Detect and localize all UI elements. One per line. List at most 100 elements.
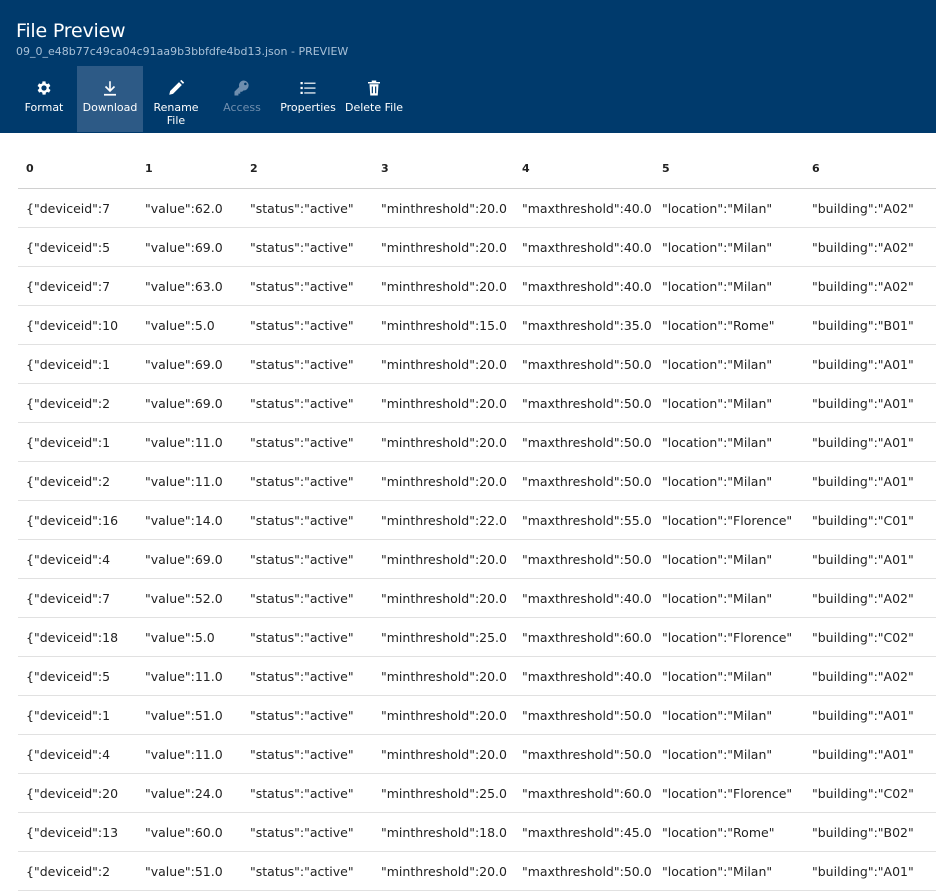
table-row[interactable]: {"deviceid":4 "value":11.0 "status":"activ… <box>18 734 936 774</box>
table-cell: "maxthreshold":50.0 <box>514 734 654 774</box>
table-cell: "status":"active" <box>242 695 373 735</box>
file-name-subtitle: 09_0_e48b77c49ca04c91aa9b3bbfdfe4bd13.js… <box>16 45 349 58</box>
table-row[interactable]: {"deviceid":5 "value":11.0 "status":"activ… <box>18 656 936 696</box>
column-header: 3 <box>373 148 514 189</box>
table-cell: "building":"A01" <box>804 851 936 891</box>
table-cell: {"deviceid":2 <box>18 461 137 501</box>
properties-button[interactable]: Properties <box>275 66 341 132</box>
table-cell: "building":"B02" <box>804 812 936 852</box>
table-cell: "location":"Rome" <box>654 812 804 852</box>
table-cell: "maxthreshold":40.0 <box>514 656 654 696</box>
command-bar: Format Download Rename File Access Prope… <box>11 66 407 132</box>
rename-file-button-label: Rename File <box>153 101 199 127</box>
table-cell: {"deviceid":16 <box>18 500 137 540</box>
table-cell: "status":"active" <box>242 461 373 501</box>
table-cell: "minthreshold":20.0 <box>373 266 514 306</box>
table-cell: "building":"A01" <box>804 461 936 501</box>
table-cell: {"deviceid":1 <box>18 344 137 384</box>
table-row[interactable]: {"deviceid":18 "value":5.0 "status":"activ… <box>18 617 936 657</box>
table-row[interactable]: {"deviceid":1 "value":51.0 "status":"activ… <box>18 695 936 735</box>
table-cell: "status":"active" <box>242 539 373 579</box>
rename-file-button[interactable]: Rename File <box>143 66 209 132</box>
table-cell: "building":"A02" <box>804 656 936 696</box>
table-row[interactable]: {"deviceid":2 "value":69.0 "status":"activ… <box>18 383 936 423</box>
list-icon <box>298 78 318 98</box>
table-row[interactable]: {"deviceid":13 "value":60.0 "status":"acti… <box>18 812 936 852</box>
table-cell: {"deviceid":10 <box>18 305 137 345</box>
table-cell: {"deviceid":18 <box>18 617 137 657</box>
table-row[interactable]: {"deviceid":20 "value":24.0 "status":"acti… <box>18 773 936 813</box>
table-cell: "maxthreshold":40.0 <box>514 188 654 228</box>
format-button[interactable]: Format <box>11 66 77 132</box>
delete-file-button[interactable]: Delete File <box>341 66 407 132</box>
table-body: {"deviceid":7 "value":62.0 "status":"activ… <box>18 188 936 891</box>
table-cell: "location":"Milan" <box>654 539 804 579</box>
table-row[interactable]: {"deviceid":2 "value":51.0 "status":"activ… <box>18 851 936 891</box>
access-button-label: Access <box>223 101 261 114</box>
table-cell: "maxthreshold":50.0 <box>514 539 654 579</box>
table-cell: "minthreshold":20.0 <box>373 851 514 891</box>
table-cell: "status":"active" <box>242 305 373 345</box>
key-icon <box>232 78 252 98</box>
table-row[interactable]: {"deviceid":2 "value":11.0 "status":"activ… <box>18 461 936 501</box>
table-row[interactable]: {"deviceid":1 "value":69.0 "status":"activ… <box>18 344 936 384</box>
table-cell: {"deviceid":4 <box>18 539 137 579</box>
table-cell: {"deviceid":2 <box>18 383 137 423</box>
column-header: 0 <box>18 148 137 189</box>
table-cell: "value":63.0 <box>137 266 242 306</box>
download-button-label: Download <box>82 101 138 114</box>
table-cell: "location":"Milan" <box>654 188 804 228</box>
table-cell: "value":69.0 <box>137 227 242 267</box>
table-row[interactable]: {"deviceid":4 "value":69.0 "status":"activ… <box>18 539 936 579</box>
table-cell: "minthreshold":20.0 <box>373 227 514 267</box>
table-cell: "minthreshold":18.0 <box>373 812 514 852</box>
table-cell: "building":"A01" <box>804 383 936 423</box>
table-cell: "value":51.0 <box>137 695 242 735</box>
table-cell: "minthreshold":20.0 <box>373 578 514 618</box>
column-header: 4 <box>514 148 654 189</box>
table-cell: "status":"active" <box>242 266 373 306</box>
download-button[interactable]: Download <box>77 66 143 132</box>
table-row[interactable]: {"deviceid":1 "value":11.0 "status":"activ… <box>18 422 936 462</box>
table-cell: {"deviceid":1 <box>18 422 137 462</box>
table-row[interactable]: {"deviceid":7 "value":52.0 "status":"activ… <box>18 578 936 618</box>
table-cell: "building":"A02" <box>804 578 936 618</box>
table-cell: "location":"Florence" <box>654 773 804 813</box>
table-cell: "location":"Milan" <box>654 227 804 267</box>
table-cell: "location":"Milan" <box>654 344 804 384</box>
table-cell: "location":"Milan" <box>654 422 804 462</box>
table-cell: "location":"Rome" <box>654 305 804 345</box>
table-cell: "maxthreshold":60.0 <box>514 617 654 657</box>
column-header: 1 <box>137 148 242 189</box>
table-cell: "location":"Milan" <box>654 266 804 306</box>
table-row[interactable]: {"deviceid":7 "value":63.0 "status":"activ… <box>18 266 936 306</box>
table-header-row: 0 1 2 3 4 5 6 <box>18 148 936 189</box>
table-cell: "minthreshold":20.0 <box>373 383 514 423</box>
table-row[interactable]: {"deviceid":5 "value":69.0 "status":"activ… <box>18 227 936 267</box>
table-cell: "status":"active" <box>242 656 373 696</box>
table-cell: "maxthreshold":50.0 <box>514 344 654 384</box>
page-title: File Preview <box>16 20 126 42</box>
table-cell: "minthreshold":22.0 <box>373 500 514 540</box>
table-cell: "building":"A02" <box>804 188 936 228</box>
table-cell: "value":69.0 <box>137 344 242 384</box>
access-button[interactable]: Access <box>209 66 275 132</box>
table-cell: "location":"Milan" <box>654 851 804 891</box>
gear-icon <box>34 78 54 98</box>
column-header: 2 <box>242 148 373 189</box>
table-cell: "location":"Florence" <box>654 617 804 657</box>
table-cell: "value":69.0 <box>137 383 242 423</box>
table-cell: "maxthreshold":35.0 <box>514 305 654 345</box>
table-cell: "location":"Milan" <box>654 461 804 501</box>
table-row[interactable]: {"deviceid":7 "value":62.0 "status":"activ… <box>18 188 936 228</box>
table-cell: "value":62.0 <box>137 188 242 228</box>
table-cell: "minthreshold":20.0 <box>373 422 514 462</box>
table-cell: "maxthreshold":40.0 <box>514 227 654 267</box>
table-row[interactable]: {"deviceid":16 "value":14.0 "status":"acti… <box>18 500 936 540</box>
table-cell: "maxthreshold":50.0 <box>514 461 654 501</box>
table-row[interactable]: {"deviceid":10 "value":5.0 "status":"activ… <box>18 305 936 345</box>
table-cell: "status":"active" <box>242 383 373 423</box>
table-cell: "minthreshold":25.0 <box>373 617 514 657</box>
format-button-label: Format <box>24 101 64 114</box>
table-cell: "value":11.0 <box>137 734 242 774</box>
